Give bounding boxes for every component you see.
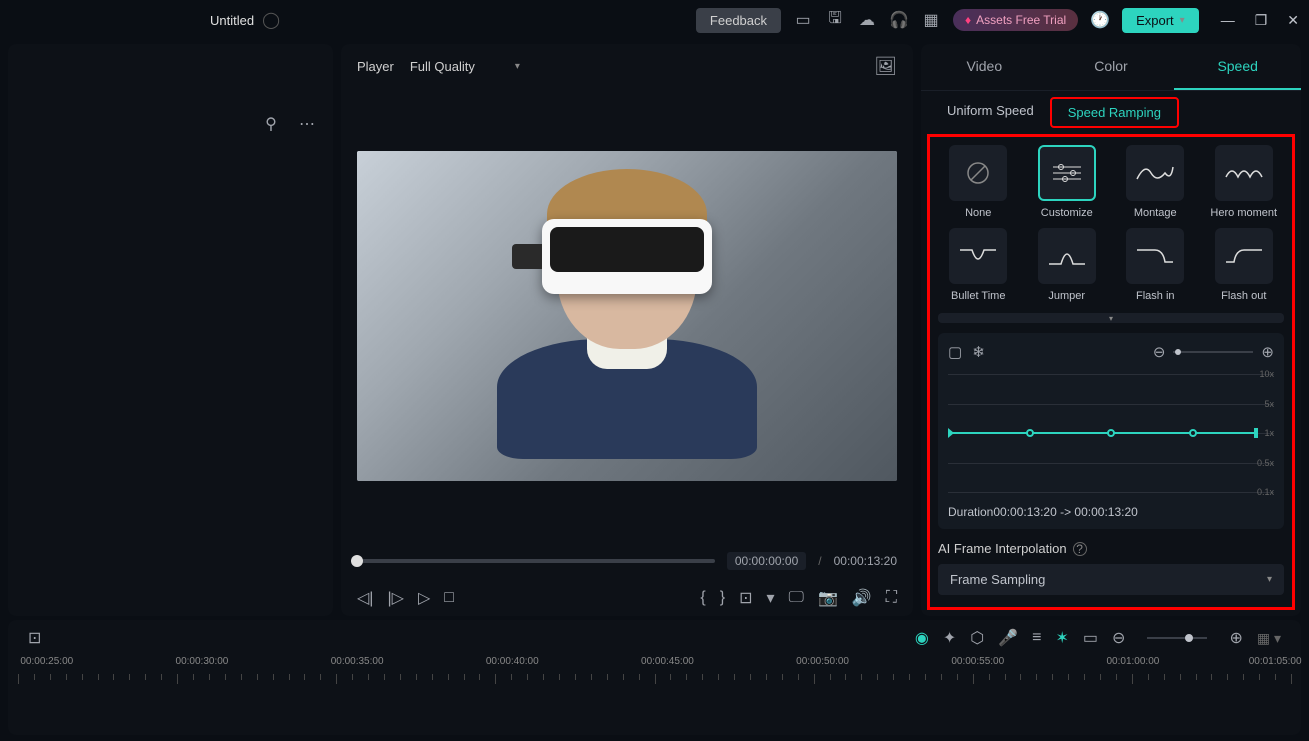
subtab-speed-ramping[interactable]: Speed Ramping	[1050, 97, 1179, 128]
monitor-icon[interactable]: ▭	[793, 10, 813, 30]
time-separator: /	[818, 554, 821, 568]
frame-icon[interactable]: ▭	[1083, 628, 1098, 648]
display-icon[interactable]: 🖵	[789, 589, 804, 607]
feedback-button[interactable]: Feedback	[696, 8, 781, 33]
ramp-keyframe[interactable]	[1189, 429, 1197, 437]
microphone-icon[interactable]: 🎤	[998, 628, 1018, 648]
duration-label: Duration00:00:13:20 -> 00:00:13:20	[948, 505, 1274, 519]
info-icon[interactable]: ?	[1073, 542, 1087, 556]
snapshot-icon[interactable]: 🖼	[874, 56, 897, 77]
player-label: Player	[357, 59, 394, 74]
status-check-icon: ◯	[262, 10, 280, 30]
project-title: Untitled	[210, 13, 254, 28]
clock-icon[interactable]: 🕐	[1090, 10, 1110, 30]
save-icon[interactable]: 🖫	[825, 7, 845, 34]
zoom-out-icon[interactable]: ⊖	[1153, 343, 1166, 361]
mark-in-button[interactable]: {	[700, 589, 705, 607]
export-label: Export	[1136, 13, 1174, 28]
inspector-panel: Video Color Speed Uniform Speed Speed Ra…	[921, 44, 1301, 616]
gem-icon: ♦	[965, 13, 971, 27]
ramp-keyframe[interactable]	[1107, 429, 1115, 437]
export-button[interactable]: Export ▾	[1122, 8, 1199, 33]
camera-icon[interactable]: 📷	[818, 588, 838, 608]
effects-icon[interactable]: ✦	[943, 628, 956, 648]
chevron-down-icon: ▾	[1180, 15, 1185, 26]
video-viewport[interactable]	[341, 89, 913, 542]
quality-value: Full Quality	[410, 59, 475, 74]
preset-bullet-time[interactable]: Bullet Time	[938, 228, 1019, 303]
speed-ramping-section: None Customize Montage Hero moment Bulle…	[927, 134, 1295, 610]
assets-trial-button[interactable]: ♦ Assets Free Trial	[953, 9, 1078, 31]
grid-options[interactable]: ▦ ▾	[1257, 630, 1281, 647]
chevron-down-icon: ▾	[1267, 574, 1272, 585]
headphones-icon[interactable]: 🎧	[889, 10, 909, 30]
preset-customize[interactable]: Customize	[1027, 145, 1108, 220]
chevron-down-icon[interactable]: ▾	[766, 588, 774, 608]
shield-icon[interactable]: ⬡	[970, 628, 984, 648]
zoom-in-icon[interactable]: ⊕	[1261, 343, 1274, 361]
timeline-zoom-slider[interactable]	[1147, 637, 1207, 639]
zoom-in-icon[interactable]: ⊕	[1229, 628, 1242, 648]
seek-handle[interactable]	[351, 555, 363, 567]
video-frame	[357, 151, 897, 481]
preset-jumper[interactable]: Jumper	[1027, 228, 1108, 303]
assets-trial-label: Assets Free Trial	[976, 13, 1066, 27]
preset-flash-in[interactable]: Flash in	[1115, 228, 1196, 303]
list-icon[interactable]: ≡	[1032, 629, 1041, 647]
volume-icon[interactable]: 🔊	[852, 588, 872, 608]
preset-montage[interactable]: Montage	[1115, 145, 1196, 220]
close-button[interactable]: ✕	[1287, 12, 1299, 29]
ramp-keyframe[interactable]	[1026, 429, 1034, 437]
marker-icon[interactable]: ✶	[1056, 628, 1069, 648]
quality-select[interactable]: Full Quality ▾	[410, 59, 520, 74]
tab-speed[interactable]: Speed	[1174, 44, 1301, 90]
apps-icon[interactable]: ▦	[921, 10, 941, 30]
ramp-editor: ▢ ❄ ⊖ ⊕ 10x 5x 1x 0.5x 0.1x	[938, 333, 1284, 529]
timeline-ruler[interactable]: 00:00:25:00 00:00:30:00 00:00:35:00 00:0…	[8, 656, 1301, 696]
ai-interpolation-label: AI Frame Interpolation	[938, 541, 1067, 556]
keyframe-toggle[interactable]: ▢	[948, 343, 962, 361]
time-current: 00:00:00:00	[727, 552, 806, 570]
library-panel: ⚲ ⋯	[8, 44, 333, 616]
tab-color[interactable]: Color	[1048, 44, 1175, 90]
expand-presets-button[interactable]: ▾	[938, 313, 1284, 323]
chevron-down-icon: ▾	[515, 61, 520, 72]
freeze-frame-icon[interactable]: ❄	[972, 343, 985, 361]
next-frame-button[interactable]: |▷	[387, 588, 403, 608]
ai-select-value: Frame Sampling	[950, 572, 1045, 587]
tab-video[interactable]: Video	[921, 44, 1048, 90]
ramp-end-handle[interactable]	[1254, 428, 1258, 438]
timeline-panel: ⊡ ◉ ✦ ⬡ 🎤 ≡ ✶ ▭ ⊖ ⊕ ▦ ▾ 00:00:25:00 00:0…	[8, 620, 1301, 735]
ai-interpolation-select[interactable]: Frame Sampling ▾	[938, 564, 1284, 595]
zoom-slider[interactable]	[1173, 351, 1253, 353]
seek-bar[interactable]	[357, 559, 715, 563]
titlebar: Untitled ◯ Feedback ▭ 🖫 ☁ 🎧 ▦ ♦ Assets F…	[0, 0, 1309, 40]
subtab-uniform-speed[interactable]: Uniform Speed	[931, 97, 1050, 128]
zoom-out-icon[interactable]: ⊖	[1112, 628, 1125, 648]
play-button[interactable]: ▷	[418, 588, 430, 608]
mark-out-button[interactable]: }	[720, 589, 725, 607]
timeline-expand-icon[interactable]: ⊡	[28, 628, 41, 648]
preset-flash-out[interactable]: Flash out	[1204, 228, 1285, 303]
maximize-button[interactable]: ❐	[1255, 12, 1268, 29]
player-panel: Player Full Quality ▾ 🖼	[341, 44, 913, 616]
preset-hero-moment[interactable]: Hero moment	[1204, 145, 1285, 220]
fullscreen-icon[interactable]: ⛶	[886, 589, 897, 607]
preset-none[interactable]: None	[938, 145, 1019, 220]
stop-button[interactable]: □	[444, 589, 454, 607]
main-area: ⚲ ⋯ Player Full Quality ▾ 🖼	[0, 40, 1309, 620]
ramp-graph[interactable]: 10x 5x 1x 0.5x 0.1x	[948, 369, 1274, 497]
ramp-start-handle[interactable]	[948, 428, 954, 438]
prev-frame-button[interactable]: ◁|	[357, 588, 373, 608]
time-duration: 00:00:13:20	[834, 554, 897, 568]
ai-tool-icon[interactable]: ◉	[915, 628, 929, 648]
cloud-icon[interactable]: ☁	[857, 10, 877, 30]
filter-icon[interactable]: ⚲	[261, 114, 281, 134]
more-icon[interactable]: ⋯	[297, 114, 317, 134]
minimize-button[interactable]: —	[1221, 12, 1235, 29]
crop-icon[interactable]: ⊡	[739, 588, 752, 608]
